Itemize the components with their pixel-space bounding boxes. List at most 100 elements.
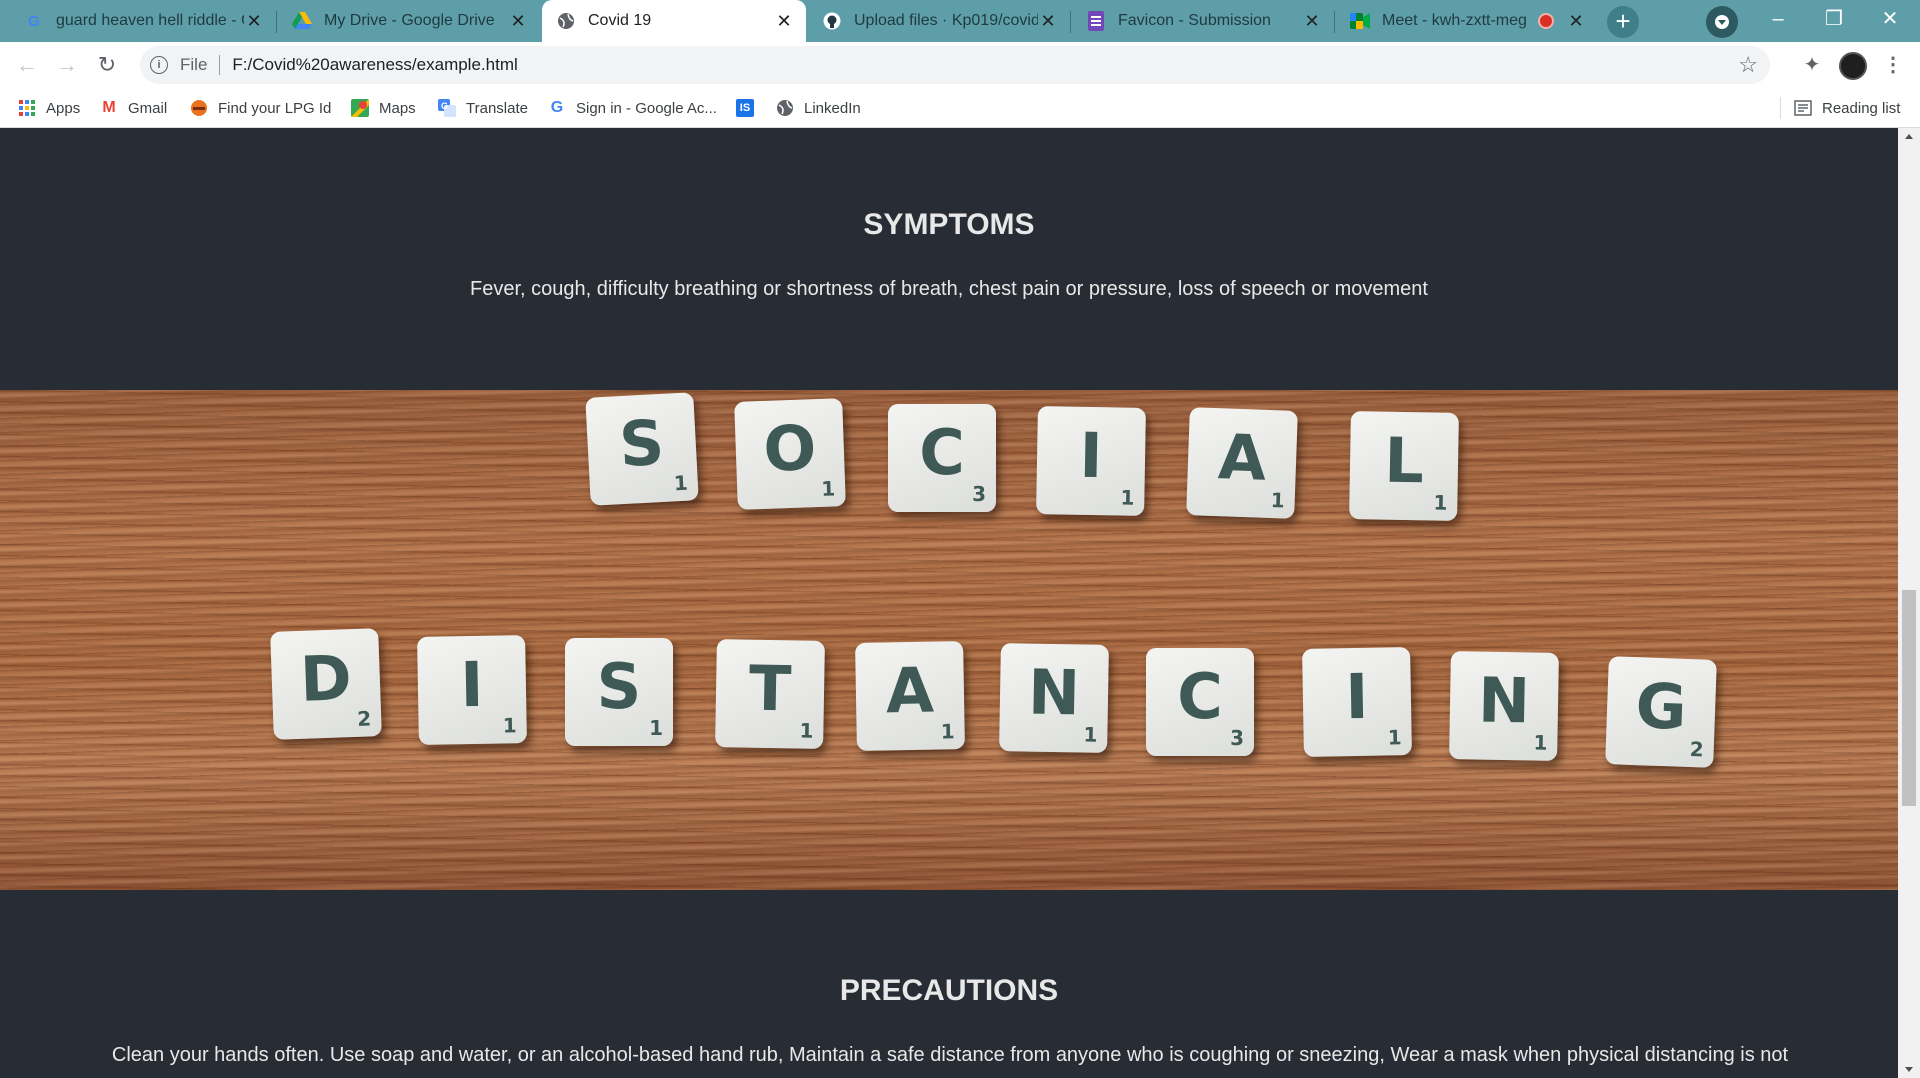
tab-google-meet[interactable]: Meet - kwh-zxtt-meg ✕ <box>1336 0 1598 42</box>
reading-list-button[interactable]: Reading list <box>1794 88 1900 128</box>
tab-separator <box>1334 11 1335 33</box>
close-window-icon[interactable]: ✕ <box>1862 0 1918 40</box>
close-icon[interactable]: ✕ <box>1038 11 1058 32</box>
letter-tile: N1 <box>1449 651 1559 761</box>
tile-letter: C <box>1177 660 1223 733</box>
tile-points: 1 <box>1120 485 1135 510</box>
letter-tile: S1 <box>585 392 699 506</box>
reading-list-label: Reading list <box>1822 99 1901 117</box>
tab-guard-riddle[interactable]: G guard heaven hell riddle - G ✕ <box>10 0 276 42</box>
tile-letter: O <box>762 411 818 486</box>
tab-strip: G guard heaven hell riddle - G ✕ My Driv… <box>0 0 1920 42</box>
bookmark-is[interactable]: IS <box>736 88 764 128</box>
letter-tile: D2 <box>270 628 382 740</box>
tile-letter: D <box>298 641 353 716</box>
bookmark-translate[interactable]: G Translate <box>438 88 528 128</box>
tab-search-icon[interactable] <box>1706 6 1738 38</box>
tile-points: 2 <box>1689 737 1705 762</box>
apps-grid-icon <box>18 99 36 117</box>
tab-title: Upload files · Kp019/covid-1 <box>854 12 1038 29</box>
minimize-icon[interactable]: – <box>1750 0 1806 40</box>
close-icon[interactable]: ✕ <box>1302 11 1322 32</box>
precautions-text: Clean your hands often. Use soap and wat… <box>111 1044 1789 1066</box>
bookmark-apps[interactable]: Apps <box>18 88 80 128</box>
tile-points: 1 <box>1083 722 1098 747</box>
address-bar[interactable]: i File F:/Covid%20awareness/example.html… <box>140 46 1770 84</box>
github-icon <box>822 11 842 31</box>
divider <box>1780 97 1781 119</box>
menu-icon[interactable]: ⋮ <box>1878 50 1908 80</box>
tab-favicon-submission[interactable]: Favicon - Submission ✕ <box>1072 0 1334 42</box>
google-meet-icon <box>1350 11 1370 31</box>
letter-tile: O1 <box>734 398 846 510</box>
google-drive-icon <box>292 11 312 31</box>
bookmark-gmail[interactable]: M Gmail <box>100 88 167 128</box>
reload-icon[interactable]: ↻ <box>92 50 122 80</box>
is-icon: IS <box>736 99 754 117</box>
bookmark-label: Find your LPG Id <box>218 99 332 117</box>
tab-separator <box>1070 11 1071 33</box>
bookmark-google-signin[interactable]: G Sign in - Google Ac... <box>548 88 717 128</box>
letter-tile: A1 <box>1186 407 1298 519</box>
letter-tile: A1 <box>855 641 965 751</box>
new-tab-button[interactable]: + <box>1607 6 1639 38</box>
close-icon[interactable]: ✕ <box>774 11 794 32</box>
maps-icon <box>351 99 369 117</box>
bookmark-lpg[interactable]: Find your LPG Id <box>190 88 331 128</box>
scroll-up-icon[interactable] <box>1905 134 1913 139</box>
tab-title: Meet - kwh-zxtt-meg <box>1382 12 1527 29</box>
tile-points: 1 <box>820 476 836 501</box>
letter-tile: N1 <box>999 643 1109 753</box>
extensions-icon[interactable]: ✦ <box>1797 50 1827 80</box>
letter-tile: I1 <box>1302 647 1412 757</box>
tile-letter: C <box>919 416 965 489</box>
tile-letter: T <box>748 651 792 726</box>
tab-title: guard heaven hell riddle - G <box>56 12 244 29</box>
globe-icon <box>776 99 794 117</box>
tile-points: 1 <box>649 716 663 740</box>
google-icon: G <box>28 12 40 30</box>
forward-icon[interactable]: → <box>52 50 82 80</box>
symptoms-text: Fever, cough, difficulty breathing or sh… <box>470 278 1428 300</box>
bookmark-label: LinkedIn <box>804 99 861 117</box>
restore-icon[interactable]: ❐ <box>1806 0 1862 40</box>
url-text[interactable]: F:/Covid%20awareness/example.html <box>232 55 517 75</box>
letter-tile: C3 <box>888 404 996 512</box>
tile-letter: G <box>1634 669 1688 744</box>
translate-icon: G <box>438 99 456 117</box>
tile-points: 1 <box>1387 725 1402 750</box>
close-icon[interactable]: ✕ <box>1566 11 1586 32</box>
social-distancing-banner-image: S1O1C3I1A1L1D2I1S1T1A1N1C3I1N1G2 <box>0 390 1898 890</box>
letter-tile: T1 <box>715 639 825 749</box>
tab-github-upload[interactable]: Upload files · Kp019/covid-1 ✕ <box>808 0 1070 42</box>
tab-google-drive[interactable]: My Drive - Google Drive ✕ <box>278 0 540 42</box>
globe-icon <box>556 11 576 31</box>
bookmark-label: Sign in - Google Ac... <box>576 99 717 117</box>
close-icon[interactable]: ✕ <box>244 11 264 32</box>
letter-tile: G2 <box>1605 656 1717 768</box>
bookmark-maps[interactable]: Maps <box>351 88 416 128</box>
svg-text:G: G <box>441 101 448 111</box>
recording-indicator-icon <box>1538 13 1554 29</box>
back-icon[interactable]: ← <box>12 50 42 80</box>
scrollbar-thumb[interactable] <box>1902 590 1916 806</box>
vertical-scrollbar[interactable] <box>1898 128 1920 1078</box>
divider <box>219 55 221 75</box>
tile-letter: L <box>1383 423 1425 498</box>
tab-covid-19[interactable]: Covid 19 ✕ <box>542 0 806 42</box>
tile-points: 1 <box>673 470 689 496</box>
letter-tile: L1 <box>1349 411 1459 521</box>
close-icon[interactable]: ✕ <box>508 11 528 32</box>
tile-letter: I <box>1344 659 1370 734</box>
bookmark-star-icon[interactable]: ☆ <box>1738 52 1758 78</box>
letter-tile: I1 <box>417 635 527 745</box>
scroll-down-icon[interactable] <box>1905 1067 1913 1072</box>
symptoms-heading: SYMPTOMS <box>863 208 1035 241</box>
avatar[interactable] <box>1839 52 1867 80</box>
precautions-heading: PRECAUTIONS <box>839 974 1059 1007</box>
bookmark-linkedin[interactable]: LinkedIn <box>776 88 861 128</box>
bookmark-label: Gmail <box>128 99 168 117</box>
google-icon: G <box>550 99 564 116</box>
info-icon[interactable]: i <box>150 56 168 74</box>
tab-separator <box>276 11 277 33</box>
